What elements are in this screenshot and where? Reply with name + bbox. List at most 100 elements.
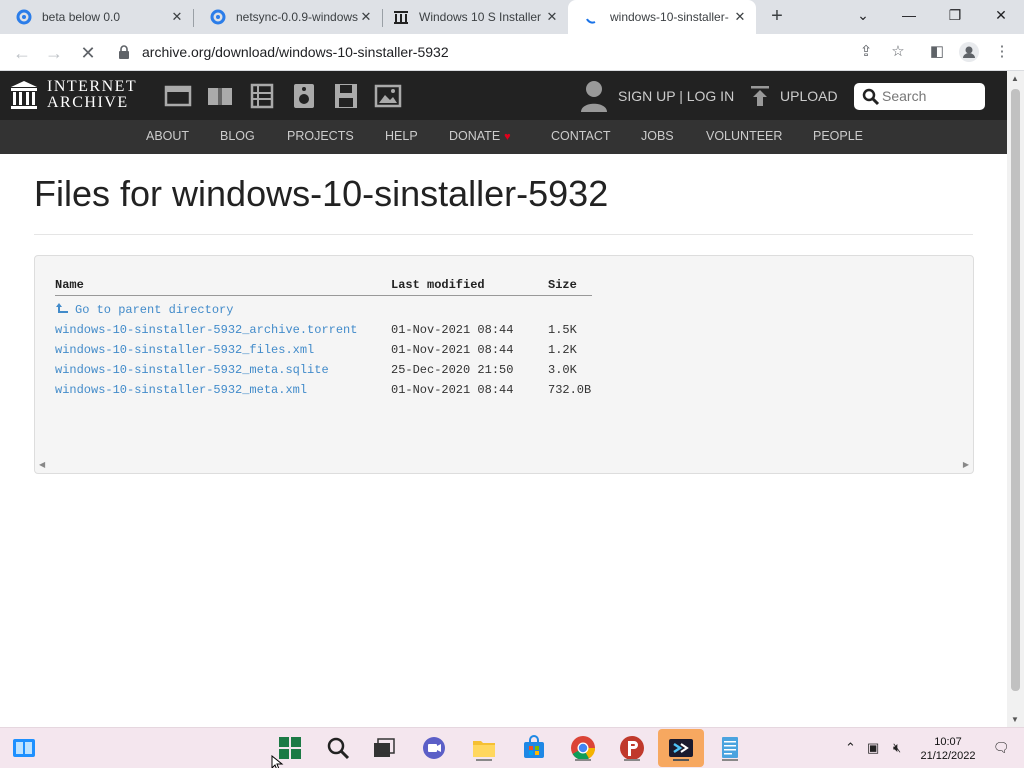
file-link[interactable]: windows-10-sinstaller-5932_meta.sqlite: [55, 363, 329, 377]
file-link[interactable]: windows-10-sinstaller-5932_files.xml: [55, 343, 314, 357]
task-view-icon[interactable]: [370, 734, 398, 762]
upload-icon[interactable]: [750, 85, 770, 107]
back-button[interactable]: ←: [10, 41, 34, 65]
nav-donate-label: DONATE: [449, 129, 501, 143]
column-size[interactable]: Size: [548, 278, 577, 292]
close-tab-icon[interactable]: ✕: [732, 9, 748, 25]
tab-netsync[interactable]: netsync-0.0.9-windows ✕: [194, 0, 382, 34]
nav-about[interactable]: ABOUT: [146, 129, 189, 143]
search-icon[interactable]: [324, 734, 352, 762]
file-modified: 01-Nov-2021 08:44: [391, 343, 514, 357]
logo-line-2: ARCHIVE: [47, 94, 129, 111]
nav-contact[interactable]: CONTACT: [551, 129, 611, 143]
close-tab-icon[interactable]: ✕: [169, 9, 185, 25]
mouse-cursor-icon: [271, 755, 284, 768]
close-tab-icon[interactable]: ✕: [544, 9, 560, 25]
audio-icon[interactable]: [290, 83, 318, 109]
loading-spinner-icon: [586, 18, 596, 24]
tab-search-icon[interactable]: ⌄: [840, 0, 886, 30]
scroll-up-icon[interactable]: ▲: [1011, 74, 1019, 83]
scroll-left-icon[interactable]: ◀: [39, 460, 45, 470]
tab-title: netsync-0.0.9-windows: [236, 10, 359, 24]
clock-time: 10:07: [934, 736, 962, 748]
sign-up-login-link[interactable]: SIGN UP | LOG IN: [618, 88, 734, 104]
texts-icon[interactable]: [206, 83, 234, 109]
nav-volunteer[interactable]: VOLUNTEER: [706, 129, 782, 143]
table-row: windows-10-sinstaller-5932_archive.torre…: [35, 323, 973, 341]
notifications-icon[interactable]: 🗨︎: [993, 740, 1010, 756]
network-icon[interactable]: ▣: [867, 740, 879, 756]
software-icon[interactable]: [332, 83, 360, 109]
user-icon[interactable]: [580, 79, 608, 113]
restore-button[interactable]: ❐: [932, 0, 978, 30]
blue-swirl-icon: [16, 9, 32, 25]
search-placeholder: Search: [882, 88, 927, 104]
volume-muted-icon[interactable]: 🔇︎: [893, 740, 901, 756]
column-last-modified[interactable]: Last modified: [391, 278, 485, 292]
side-panel-icon[interactable]: ◧: [926, 41, 948, 63]
images-icon[interactable]: [374, 83, 402, 109]
scroll-right-icon[interactable]: ▶: [963, 460, 969, 470]
address-bar[interactable]: archive.org/download/windows-10-sinstall…: [108, 38, 848, 67]
scroll-down-icon[interactable]: ▼: [1011, 715, 1019, 724]
file-link[interactable]: windows-10-sinstaller-5932_meta.xml: [55, 383, 307, 397]
video-icon[interactable]: [248, 83, 276, 109]
nav-donate[interactable]: DONATE ♥: [449, 129, 511, 143]
ia-logo-text[interactable]: INTERNET ARCHIVE: [47, 79, 137, 111]
table-row: windows-10-sinstaller-5932_meta.sqlite 2…: [35, 363, 973, 381]
file-size: 1.5K: [548, 323, 577, 337]
widgets-icon[interactable]: [10, 734, 38, 762]
meet-icon[interactable]: [420, 734, 448, 762]
store-icon[interactable]: [520, 734, 548, 762]
clock-date: 21/12/2022: [920, 750, 976, 762]
logo-line-1: INTERNET: [47, 78, 138, 95]
nav-jobs[interactable]: JOBS: [641, 129, 674, 143]
chrome-icon[interactable]: [569, 734, 597, 762]
main-content: Files for windows-10-sinstaller-5932 Nam…: [0, 154, 1007, 727]
column-name[interactable]: Name: [55, 278, 84, 292]
nav-projects[interactable]: PROJECTS: [287, 129, 354, 143]
notepad-icon[interactable]: [716, 734, 744, 762]
forward-button[interactable]: →: [42, 41, 66, 65]
new-tab-button[interactable]: +: [766, 6, 788, 28]
profile-avatar-icon[interactable]: [958, 41, 980, 63]
nav-people[interactable]: PEOPLE: [813, 129, 863, 143]
clock[interactable]: 10:07 21/12/2022: [918, 735, 978, 763]
ia-search-input[interactable]: Search: [854, 83, 985, 110]
parent-directory-label: Go to parent directory: [75, 303, 234, 317]
close-window-button[interactable]: ✕: [978, 0, 1024, 30]
horizontal-scrollbar[interactable]: ◀ ▶: [35, 457, 973, 473]
bookmark-star-icon[interactable]: ☆: [887, 41, 909, 63]
scroll-thumb[interactable]: [1011, 89, 1020, 691]
tab-beta-below[interactable]: beta below 0.0 ✕: [0, 0, 193, 34]
nav-blog[interactable]: BLOG: [220, 129, 255, 143]
close-tab-icon[interactable]: ✕: [358, 9, 374, 25]
tab-windows-10-s-installer[interactable]: Windows 10 S Installer ✕: [383, 0, 568, 34]
up-arrow-icon: [56, 303, 68, 313]
parent-directory-link[interactable]: Go to parent directory: [55, 302, 233, 317]
menu-icon[interactable]: ⋮: [991, 41, 1013, 63]
file-explorer-icon[interactable]: [470, 734, 498, 762]
file-modified: 01-Nov-2021 08:44: [391, 323, 514, 337]
chevron-up-icon[interactable]: ⌃: [845, 740, 856, 756]
file-size: 1.2K: [548, 343, 577, 357]
file-link[interactable]: windows-10-sinstaller-5932_archive.torre…: [55, 323, 357, 337]
table-row: windows-10-sinstaller-5932_files.xml 01-…: [35, 343, 973, 361]
internet-archive-logo-icon[interactable]: [10, 80, 38, 110]
papers-icon[interactable]: [618, 734, 646, 762]
web-icon[interactable]: [164, 83, 192, 109]
share-icon[interactable]: ⇪: [855, 41, 877, 63]
upload-link[interactable]: UPLOAD: [780, 88, 838, 104]
terminal-icon[interactable]: [667, 734, 695, 762]
tab-strip: beta below 0.0 ✕ netsync-0.0.9-windows ✕…: [0, 0, 1024, 34]
tab-title: Windows 10 S Installer: [419, 10, 542, 24]
tab-windows-10-sinstaller-active[interactable]: windows-10-sinstaller- ✕: [568, 0, 756, 34]
minimize-button[interactable]: —: [886, 0, 932, 30]
screen: beta below 0.0 ✕ netsync-0.0.9-windows ✕…: [0, 0, 1024, 768]
url-text: archive.org/download/windows-10-sinstall…: [142, 44, 449, 60]
nav-help[interactable]: HELP: [385, 129, 418, 143]
vertical-scrollbar[interactable]: ▲ ▼: [1007, 71, 1024, 727]
taskbar: ⌃ ▣ 🔇︎ 10:07 21/12/2022 🗨︎: [0, 727, 1024, 768]
stop-loading-button[interactable]: ✕: [76, 41, 100, 65]
page-title: Files for windows-10-sinstaller-5932: [34, 173, 609, 214]
